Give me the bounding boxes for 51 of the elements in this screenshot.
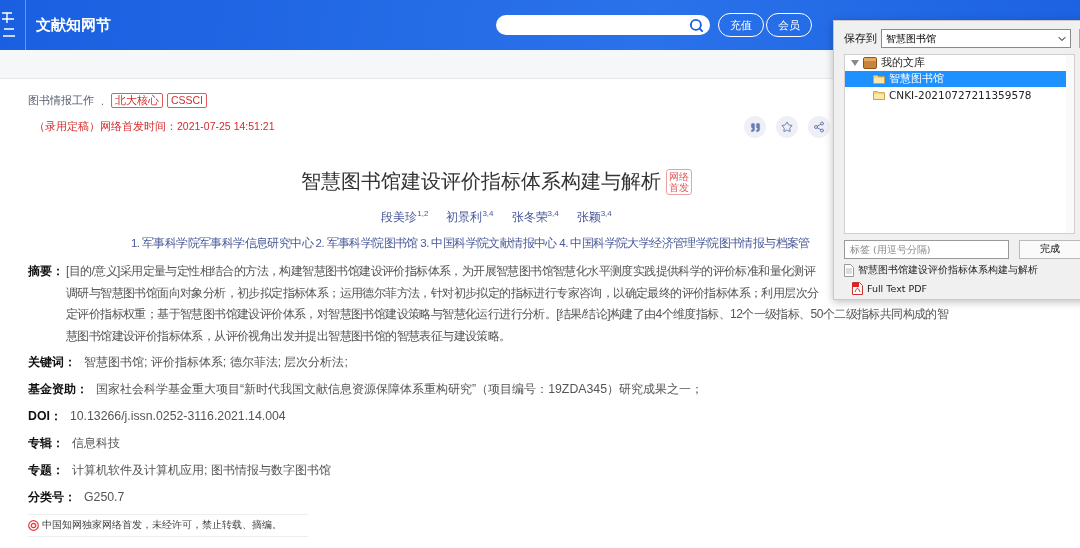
attachment-title[interactable]: 智慧图书馆建设评价指标体系构建与解析 [858, 264, 1038, 277]
field-label: 专辑： [28, 435, 64, 452]
attachment-title[interactable]: Full Text PDF [867, 283, 927, 294]
field-value: 计算机软件及计算机应用; 图书情报与数字图书馆 [72, 462, 331, 479]
author-link[interactable]: 张冬荣$^{3,4}$ [511, 210, 559, 224]
library-icon [863, 57, 877, 69]
field-label: 专题： [28, 462, 64, 479]
author-link[interactable]: 张颖$^{3,4}$ [576, 210, 612, 224]
pdf-icon [852, 282, 863, 295]
tree-item[interactable]: 我的文库 [845, 55, 1074, 71]
save-to-label: 保存到 [844, 31, 877, 46]
field-label: 分类号： [28, 489, 76, 506]
index-tag: 北大核心 [110, 93, 163, 108]
expanded-triangle-icon[interactable] [851, 59, 859, 67]
field-label: 基金资助： [28, 381, 88, 398]
folder-select[interactable]: 智慧图书馆 [881, 29, 1072, 48]
search-field[interactable] [496, 15, 710, 35]
search-icon[interactable] [689, 17, 704, 33]
folder-icon [873, 90, 885, 100]
abstract-line: 定评价指标权重；基于智慧图书馆建设评价体系，对智慧图书馆建设策略与智慧化运行进行分析。[结果/结论]构建了由4个维度指标、12个一级指标、50个二级指标共同构成的智 [66, 306, 949, 323]
index-tag: CSSCI [166, 93, 207, 108]
author-link[interactable]: 段美珍$^{1,2}$ [381, 210, 429, 224]
done-button[interactable]: 完成 [1019, 240, 1080, 259]
field-value: 信息科技 [72, 435, 120, 452]
abstract-line: 慧图书馆建设评价指标体系，从评价视角出发并提出智慧图书馆的智慧表征与建设策略。 [66, 327, 511, 345]
site-title: 文献知网节 [36, 15, 111, 35]
article-title: 智慧图书馆建设评价指标体系构建与解析 [301, 169, 661, 194]
tags-input[interactable]: 标签 (用逗号分隔) [844, 240, 1010, 259]
field-value: 智慧图书馆; 评价指标体系; 德尔菲法; 层次分析法; [84, 354, 348, 371]
journal-name[interactable]: 图书情报工作 [28, 93, 94, 108]
field-label: DOI： [28, 408, 62, 425]
document-icon [844, 264, 854, 277]
notice-text: 中国知网独家网络首发，未经许可，禁止转载、摘编。 [42, 519, 282, 532]
separator: . [101, 94, 104, 107]
field-label: 关键词： [28, 354, 76, 371]
online-first-badge: 网络 首发 [666, 168, 692, 195]
field-label: 摘要： [28, 263, 58, 280]
author-link[interactable]: 初景利$^{3,4}$ [446, 210, 494, 224]
share-icon[interactable] [808, 116, 830, 138]
scrollbar[interactable] [1066, 55, 1074, 233]
affiliations: 1. 军事科学院军事科学信息研究中心 2. 军事科学院图书馆 3. 中国科学院文献情报中心 4. 中国科学院大学经济管理学院图书情报与档案管 [131, 236, 810, 251]
tree-item[interactable]: CNKI-20210727211359578 [845, 87, 1074, 103]
field-value: 国家社会科学基金重大项目“新时代我国文献信息资源保障体系重构研究”（项目编号：19ZDA345）研究成果之一； [96, 381, 703, 398]
abstract-line: [目的/意义]采用定量与定性相结合的方法，构建智慧图书馆建设评价指标体系，为开展智慧图书馆智慧化水平测度实践提供科学的评价标准和量化测评 [66, 263, 816, 280]
folder-icon [873, 74, 885, 84]
target-icon [28, 520, 39, 531]
field-value: 10.13266/j.issn.0252-3116.2021.14.004 [69, 408, 286, 425]
abstract-line: 调研与智慧图书馆面向对象分析，初步拟定指标体系；运用德尔菲方法，针对初步拟定的指标进行专家咨询，以确定最终的评价指标体系；利用层次分 [66, 284, 819, 302]
quote-icon[interactable] [744, 116, 766, 138]
field-value: G250.7 [84, 489, 125, 506]
publish-info: （录用定稿）网络首发时间：2021-07-25 14:51:21 [34, 120, 275, 134]
